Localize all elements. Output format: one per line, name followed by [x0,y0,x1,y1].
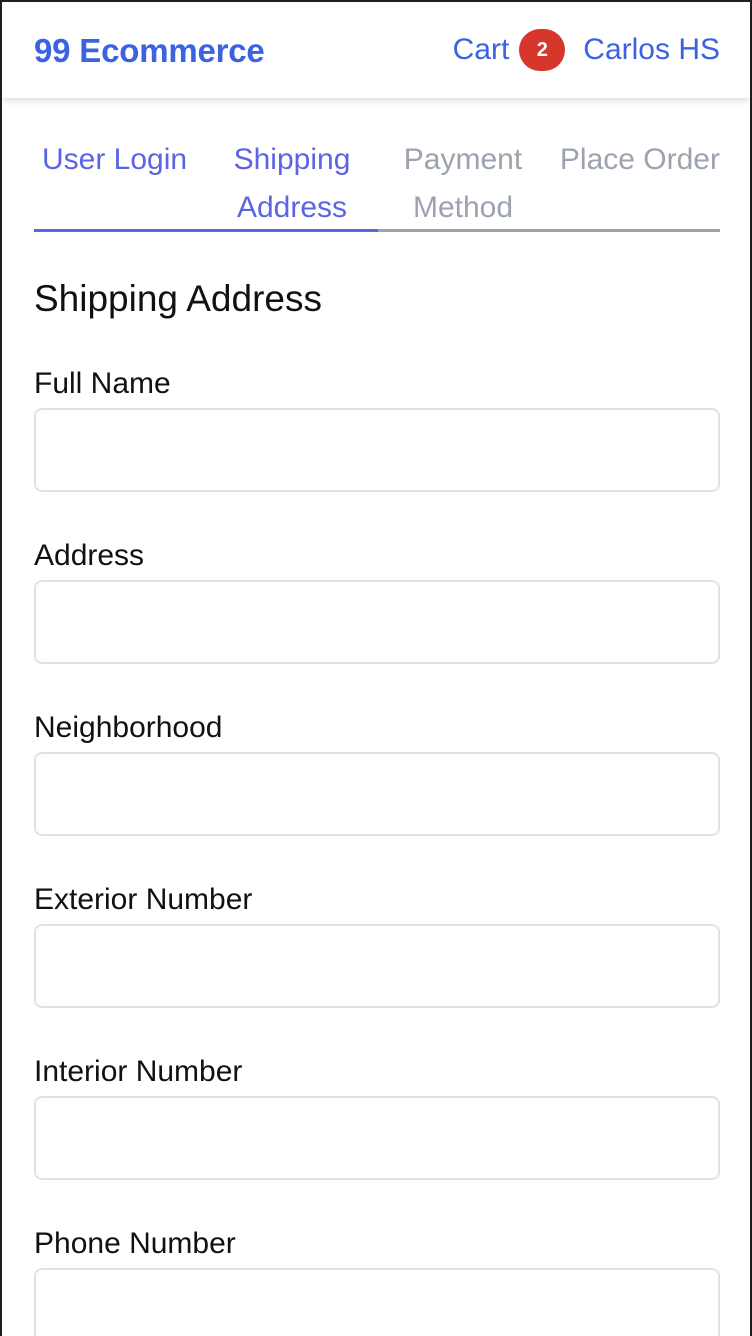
checkout-steps: User Login Shipping Address Payment Meth… [34,136,720,232]
cart-count-badge: 2 [519,29,566,71]
step-shipping-address: Shipping Address [206,136,378,232]
phone-number-label: Phone Number [34,1227,236,1260]
top-navbar: 99 Ecommerce Cart 2 Carlos HS [2,2,750,98]
exterior-number-input[interactable] [34,924,720,1008]
step-user-login: User Login [34,136,206,232]
address-label: Address [34,539,145,572]
full-name-input[interactable] [34,408,720,492]
shipping-form: Full Name Address Neighborhood Exterior … [34,364,720,1336]
cart-label: Cart [452,33,510,66]
field-neighborhood: Neighborhood [34,708,720,836]
field-interior-number: Interior Number [34,1052,720,1180]
brand-logo-link[interactable]: 99 Ecommerce [34,32,265,70]
navbar-right: Cart 2 Carlos HS [453,29,720,71]
app-frame: 99 Ecommerce Cart 2 Carlos HS User Login… [0,0,752,1336]
field-full-name: Full Name [34,364,720,492]
field-phone-number: Phone Number [34,1224,720,1336]
cart-link[interactable]: Cart 2 [453,29,566,71]
field-address: Address [34,536,720,664]
neighborhood-input[interactable] [34,752,720,836]
full-name-label: Full Name [34,367,171,400]
page-title: Shipping Address [34,278,322,319]
field-exterior-number: Exterior Number [34,880,720,1008]
interior-number-input[interactable] [34,1096,720,1180]
step-place-order: Place Order [548,136,720,232]
step-payment-method: Payment Method [378,136,548,232]
exterior-number-label: Exterior Number [34,883,253,916]
neighborhood-label: Neighborhood [34,711,223,744]
interior-number-label: Interior Number [34,1055,243,1088]
user-menu-link[interactable]: Carlos HS [583,33,720,67]
address-input[interactable] [34,580,720,664]
phone-number-input[interactable] [34,1268,720,1336]
